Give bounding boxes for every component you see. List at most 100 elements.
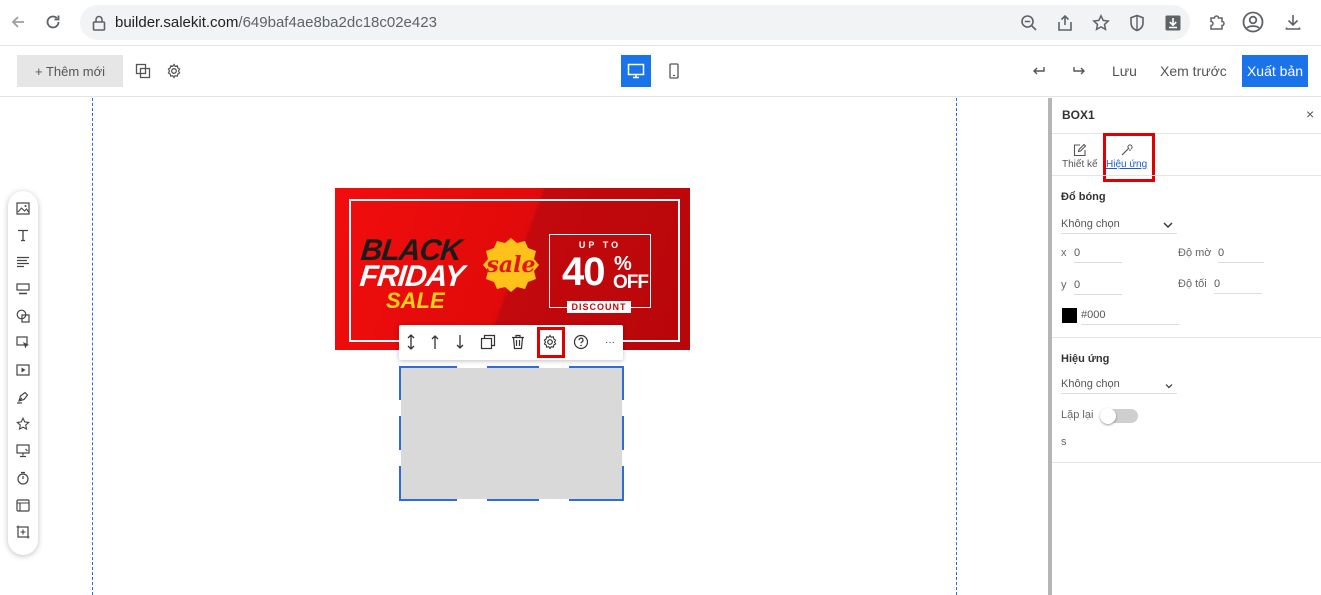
x-input[interactable]: 0 bbox=[1074, 245, 1122, 263]
element-palette bbox=[8, 191, 38, 555]
shadow-color-input[interactable]: #000 bbox=[1081, 307, 1179, 325]
resize-handle-top-left[interactable] bbox=[457, 366, 487, 368]
profile-icon[interactable] bbox=[1241, 10, 1265, 34]
darkness-input[interactable]: 0 bbox=[1214, 276, 1262, 294]
resize-handle-bottom-left[interactable] bbox=[457, 499, 487, 501]
panel-divider bbox=[1052, 462, 1321, 463]
timer-icon[interactable] bbox=[15, 470, 31, 486]
url-text[interactable]: builder.salekit.com/649baf4ae8ba2dc18c02… bbox=[115, 14, 437, 31]
repeat-toggle[interactable] bbox=[1100, 408, 1138, 424]
chevron-down-icon bbox=[1163, 222, 1173, 228]
lock-icon[interactable] bbox=[88, 12, 110, 34]
mobile-view-button[interactable] bbox=[664, 55, 684, 87]
blur-input[interactable]: 0 bbox=[1218, 245, 1264, 263]
text-icon[interactable] bbox=[15, 227, 31, 243]
puzzle-icon[interactable] bbox=[1205, 10, 1229, 34]
url-host: builder.salekit.com bbox=[115, 14, 239, 31]
shadow-select[interactable]: Không chọn bbox=[1061, 216, 1177, 234]
repeat-label: Lặp lại bbox=[1061, 409, 1094, 421]
effect-select-value: Không chọn bbox=[1061, 378, 1120, 390]
element-action-toolbar: ··· bbox=[399, 325, 623, 360]
resize-handle-left-top[interactable] bbox=[399, 400, 401, 416]
browser-chrome: builder.salekit.com/649baf4ae8ba2dc18c02… bbox=[0, 0, 1321, 46]
image-icon[interactable] bbox=[15, 200, 31, 216]
resize-handle-right-bottom[interactable] bbox=[622, 450, 624, 466]
save-button[interactable]: Lưu bbox=[1112, 63, 1137, 79]
edit-icon bbox=[1073, 143, 1087, 157]
frame-icon[interactable] bbox=[15, 524, 31, 540]
download-icon[interactable] bbox=[1281, 10, 1305, 34]
gallery-icon[interactable] bbox=[15, 497, 31, 513]
mobile-icon bbox=[669, 63, 679, 79]
settings-icon[interactable] bbox=[164, 61, 184, 81]
panel-divider bbox=[1052, 337, 1321, 338]
paragraph-icon[interactable] bbox=[15, 254, 31, 270]
form-icon[interactable] bbox=[15, 443, 31, 459]
help-icon[interactable] bbox=[572, 333, 590, 351]
off-text: OFF bbox=[613, 272, 649, 293]
sale-badge-text: sale bbox=[486, 252, 536, 278]
x-label: x bbox=[1061, 247, 1067, 259]
duration-unit-label: s bbox=[1061, 436, 1067, 448]
promo-box: UP TO 40 % OFF bbox=[549, 234, 651, 308]
effects-heading: Hiệu ứng bbox=[1061, 353, 1110, 365]
close-panel-button[interactable]: × bbox=[1306, 106, 1314, 122]
video-icon[interactable] bbox=[15, 362, 31, 378]
star-icon[interactable] bbox=[1090, 12, 1112, 34]
reload-icon[interactable] bbox=[39, 8, 67, 36]
move-down-icon[interactable] bbox=[451, 333, 469, 351]
panel-divider bbox=[1052, 133, 1321, 134]
download-box-icon[interactable] bbox=[1162, 12, 1184, 34]
shape-icon[interactable] bbox=[15, 308, 31, 324]
publish-button[interactable]: Xuất bản bbox=[1242, 55, 1308, 87]
resize-handle-left-bottom[interactable] bbox=[399, 450, 401, 466]
darkness-label: Độ tối bbox=[1178, 278, 1207, 290]
select-icon[interactable] bbox=[15, 335, 31, 351]
y-label: y bbox=[1061, 279, 1067, 291]
button-icon[interactable] bbox=[15, 281, 31, 297]
url-path: /649baf4ae8ba2dc18c02e423 bbox=[238, 14, 437, 31]
shadow-color-swatch[interactable] bbox=[1062, 308, 1077, 323]
discount-label: DISCOUNT bbox=[567, 301, 631, 313]
add-new-button[interactable]: + Thêm mới bbox=[17, 55, 123, 87]
tab-design-label: Thiết kế bbox=[1062, 159, 1098, 170]
resize-handle-right-top[interactable] bbox=[622, 400, 624, 416]
banner-sale-text: SALE bbox=[386, 288, 445, 313]
resize-handle-bottom-right[interactable] bbox=[539, 499, 569, 501]
shield-icon[interactable] bbox=[1126, 12, 1148, 34]
desktop-view-button[interactable] bbox=[621, 55, 651, 87]
redo-icon[interactable] bbox=[1069, 61, 1089, 81]
toggle-knob bbox=[1100, 408, 1116, 424]
back-arrow-icon[interactable] bbox=[4, 8, 32, 36]
panel-divider bbox=[1052, 175, 1321, 176]
layers-icon[interactable] bbox=[133, 61, 153, 81]
resize-vertical-icon[interactable] bbox=[402, 333, 420, 351]
address-bar[interactable]: builder.salekit.com/649baf4ae8ba2dc18c02… bbox=[80, 5, 1190, 40]
preview-button[interactable]: Xem trước bbox=[1160, 63, 1227, 79]
undo-icon[interactable] bbox=[1029, 61, 1049, 81]
editor-toolbar: + Thêm mới Lưu Xem trước Xuất bản bbox=[0, 47, 1321, 97]
resize-handle-top-right[interactable] bbox=[539, 366, 569, 368]
star-icon[interactable] bbox=[15, 416, 31, 432]
share-icon[interactable] bbox=[1054, 12, 1076, 34]
more-options-button[interactable]: ··· bbox=[601, 333, 619, 351]
move-up-icon[interactable] bbox=[426, 333, 444, 351]
chevron-down-icon bbox=[1165, 384, 1173, 389]
pen-icon[interactable] bbox=[15, 389, 31, 405]
panel-title: BOX1 bbox=[1062, 108, 1095, 122]
properties-panel: BOX1 × Thiết kế Hiệu ứng Đổ bóng Không c… bbox=[1048, 98, 1321, 595]
y-input[interactable]: 0 bbox=[1074, 277, 1122, 295]
zoom-out-icon[interactable] bbox=[1018, 12, 1040, 34]
duplicate-icon[interactable] bbox=[479, 333, 497, 351]
left-guide-line bbox=[92, 98, 93, 595]
effect-select[interactable]: Không chọn bbox=[1061, 376, 1177, 394]
blur-label: Độ mờ bbox=[1178, 247, 1212, 259]
shadow-select-value: Không chọn bbox=[1061, 218, 1120, 230]
editor-canvas[interactable]: BLACK FRIDAY SALE sale UP TO 40 % OFF DI… bbox=[0, 98, 1048, 595]
percent-value: 40 bbox=[562, 250, 605, 294]
delete-icon[interactable] bbox=[509, 333, 527, 351]
selected-box-element[interactable] bbox=[399, 366, 624, 501]
right-guide-line bbox=[956, 98, 957, 595]
tab-design[interactable]: Thiết kế bbox=[1062, 143, 1098, 170]
desktop-icon bbox=[627, 63, 645, 79]
